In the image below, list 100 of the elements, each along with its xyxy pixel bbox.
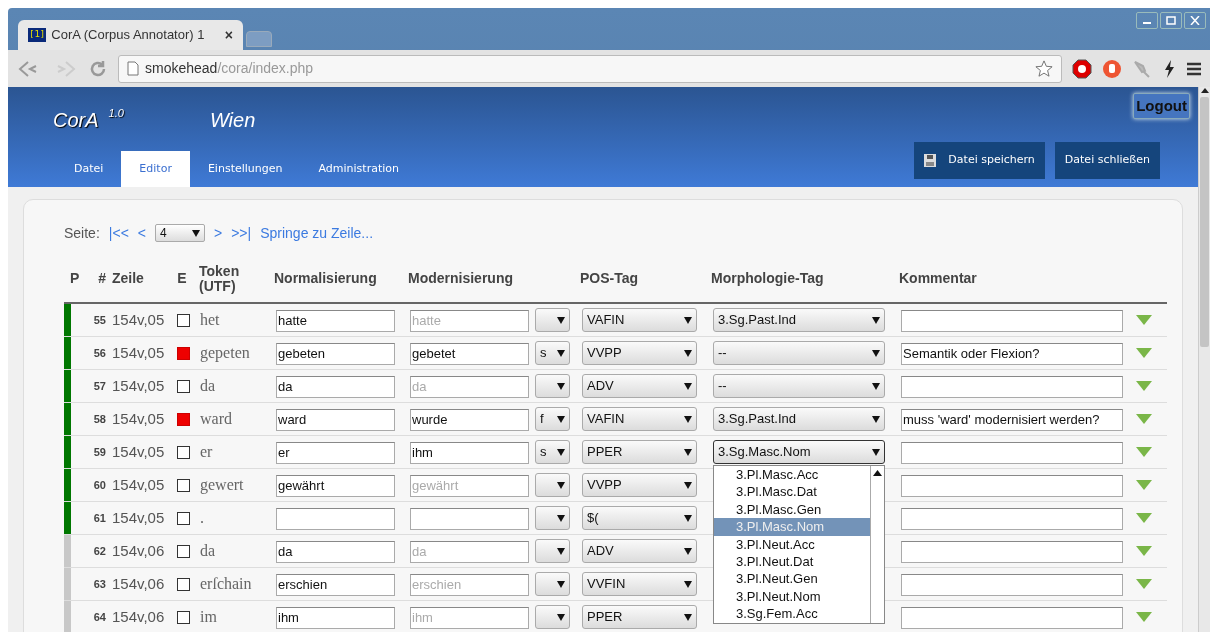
save-file-button[interactable]: Datei speichern [914, 142, 1045, 179]
comment-field[interactable] [901, 441, 1123, 464]
jump-to-line-link[interactable]: Springe zu Zeile... [260, 222, 374, 244]
comment-field[interactable] [901, 540, 1123, 563]
normalization-field[interactable]: erschien [276, 573, 395, 596]
pos-tag-select[interactable]: VVPP [582, 473, 697, 497]
pos-tag-select[interactable]: $( [582, 506, 697, 530]
normalization-field[interactable]: gewährt [276, 474, 395, 497]
expand-triangle-icon[interactable] [1136, 480, 1152, 490]
error-checkbox[interactable] [176, 445, 190, 459]
error-checkbox[interactable] [176, 478, 190, 492]
modernization-field[interactable]: wurde [410, 408, 529, 431]
pos-tag-select[interactable]: VVPP [582, 341, 697, 365]
menu-icon[interactable] [1186, 60, 1202, 77]
nav-tab[interactable]: Einstellungen [189, 151, 301, 187]
comment-field[interactable]: muss 'ward' modernisiert werden? [901, 408, 1123, 431]
star-icon[interactable] [1035, 59, 1053, 78]
morphology-tag-select[interactable]: -- [713, 374, 885, 398]
dropdown-option[interactable]: 3.Pl.Masc.Dat [714, 483, 870, 501]
pos-tag-select[interactable]: ADV [582, 539, 697, 563]
normalization-field[interactable]: hatte [276, 309, 395, 332]
modernization-type-select[interactable] [535, 374, 570, 398]
pos-tag-select[interactable]: VAFIN [582, 308, 697, 332]
error-checkbox[interactable] [176, 313, 190, 327]
first-page-link[interactable]: |<< [108, 222, 129, 244]
lightning-icon[interactable] [1162, 58, 1176, 79]
comment-field[interactable]: Semantik oder Flexion? [901, 342, 1123, 365]
close-window-button[interactable] [1184, 12, 1206, 29]
page-scrollbar[interactable] [1198, 87, 1210, 632]
comment-field[interactable] [901, 606, 1123, 629]
morphology-tag-select[interactable]: 3.Sg.Past.Ind [713, 308, 885, 332]
modernization-type-select[interactable] [535, 506, 570, 530]
modernization-type-select[interactable]: s [535, 440, 570, 464]
error-checkbox[interactable] [176, 511, 190, 525]
browser-tab[interactable]: [1] CorA (Corpus Annotator) 1 × [18, 20, 243, 50]
expand-triangle-icon[interactable] [1136, 546, 1152, 556]
nav-tab[interactable]: Administration [300, 151, 417, 187]
page-select[interactable]: 4 [155, 224, 205, 242]
expand-triangle-icon[interactable] [1136, 447, 1152, 457]
expand-triangle-icon[interactable] [1136, 579, 1152, 589]
nav-tab[interactable]: Datei [56, 151, 122, 187]
tab-close[interactable]: × [224, 24, 233, 46]
maximize-button[interactable] [1160, 12, 1182, 29]
expand-triangle-icon[interactable] [1136, 348, 1152, 358]
comment-field[interactable] [901, 573, 1123, 596]
scroll-up-icon[interactable] [873, 470, 882, 476]
dropdown-option[interactable]: 3.Pl.Neut.Dat [714, 552, 870, 571]
expand-triangle-icon[interactable] [1136, 414, 1152, 424]
normalization-field[interactable] [276, 507, 395, 530]
dropdown-option[interactable]: 3.Pl.Masc.Acc [714, 466, 870, 484]
comment-field[interactable] [901, 507, 1123, 530]
error-checkbox[interactable] [176, 346, 190, 360]
address-bar[interactable]: smokehead/cora/index.php [118, 54, 1062, 83]
modernization-field[interactable]: da [410, 540, 529, 563]
modernization-type-select[interactable] [535, 473, 570, 497]
next-page-link[interactable]: > [214, 222, 223, 244]
dropdown-option[interactable]: 3.Pl.Neut.Nom [714, 587, 870, 606]
error-checkbox[interactable] [176, 544, 190, 558]
dropdown-option[interactable]: 3.Pl.Masc.Gen [714, 500, 870, 519]
reload-icon[interactable] [88, 58, 108, 79]
modernization-type-select[interactable] [535, 572, 570, 596]
expand-triangle-icon[interactable] [1136, 612, 1152, 622]
morphology-tag-select[interactable]: -- [713, 341, 885, 365]
modernization-field[interactable]: hatte [410, 309, 529, 332]
normalization-field[interactable]: da [276, 375, 395, 398]
error-checkbox[interactable] [176, 412, 190, 426]
pos-tag-select[interactable]: ADV [582, 374, 697, 398]
modernization-type-select[interactable]: f [535, 407, 570, 431]
dropdown-option[interactable]: 3.Pl.Neut.Gen [714, 570, 870, 588]
morphology-tag-select[interactable]: 3.Sg.Past.Ind [713, 407, 885, 431]
pos-tag-select[interactable]: VAFIN [582, 407, 697, 431]
normalization-field[interactable]: ward [276, 408, 395, 431]
comment-field[interactable] [901, 474, 1123, 497]
expand-triangle-icon[interactable] [1136, 513, 1152, 523]
minimize-button[interactable] [1136, 12, 1158, 29]
error-checkbox[interactable] [176, 379, 190, 393]
modernization-type-select[interactable] [535, 605, 570, 629]
modernization-field[interactable]: gebetet [410, 342, 529, 365]
modernization-field[interactable]: gewährt [410, 474, 529, 497]
scroll-thumb[interactable] [1200, 97, 1209, 347]
dropdown-option[interactable]: 3.Sg.Fem.Acc [714, 605, 870, 623]
pos-tag-select[interactable]: PPER [582, 440, 697, 464]
comment-field[interactable] [901, 309, 1123, 332]
previous-page-link[interactable]: < [137, 222, 146, 244]
close-file-button[interactable]: Datei schließen [1054, 142, 1160, 179]
normalization-field[interactable]: er [276, 441, 395, 464]
pin-icon[interactable] [1132, 58, 1152, 79]
scrollbar[interactable] [870, 466, 884, 623]
normalization-field[interactable]: ihm [276, 606, 395, 629]
expand-triangle-icon[interactable] [1136, 381, 1152, 391]
pos-tag-select[interactable]: VVFIN [582, 572, 697, 596]
error-checkbox[interactable] [176, 610, 190, 624]
modernization-field[interactable]: ihm [410, 606, 529, 629]
normalization-field[interactable]: gebeten [276, 342, 395, 365]
modernization-field[interactable]: da [410, 375, 529, 398]
modernization-type-select[interactable]: s [535, 341, 570, 365]
normalization-field[interactable]: da [276, 540, 395, 563]
modernization-type-select[interactable] [535, 308, 570, 332]
last-page-link[interactable]: >>| [231, 222, 252, 244]
modernization-field[interactable] [410, 507, 529, 530]
